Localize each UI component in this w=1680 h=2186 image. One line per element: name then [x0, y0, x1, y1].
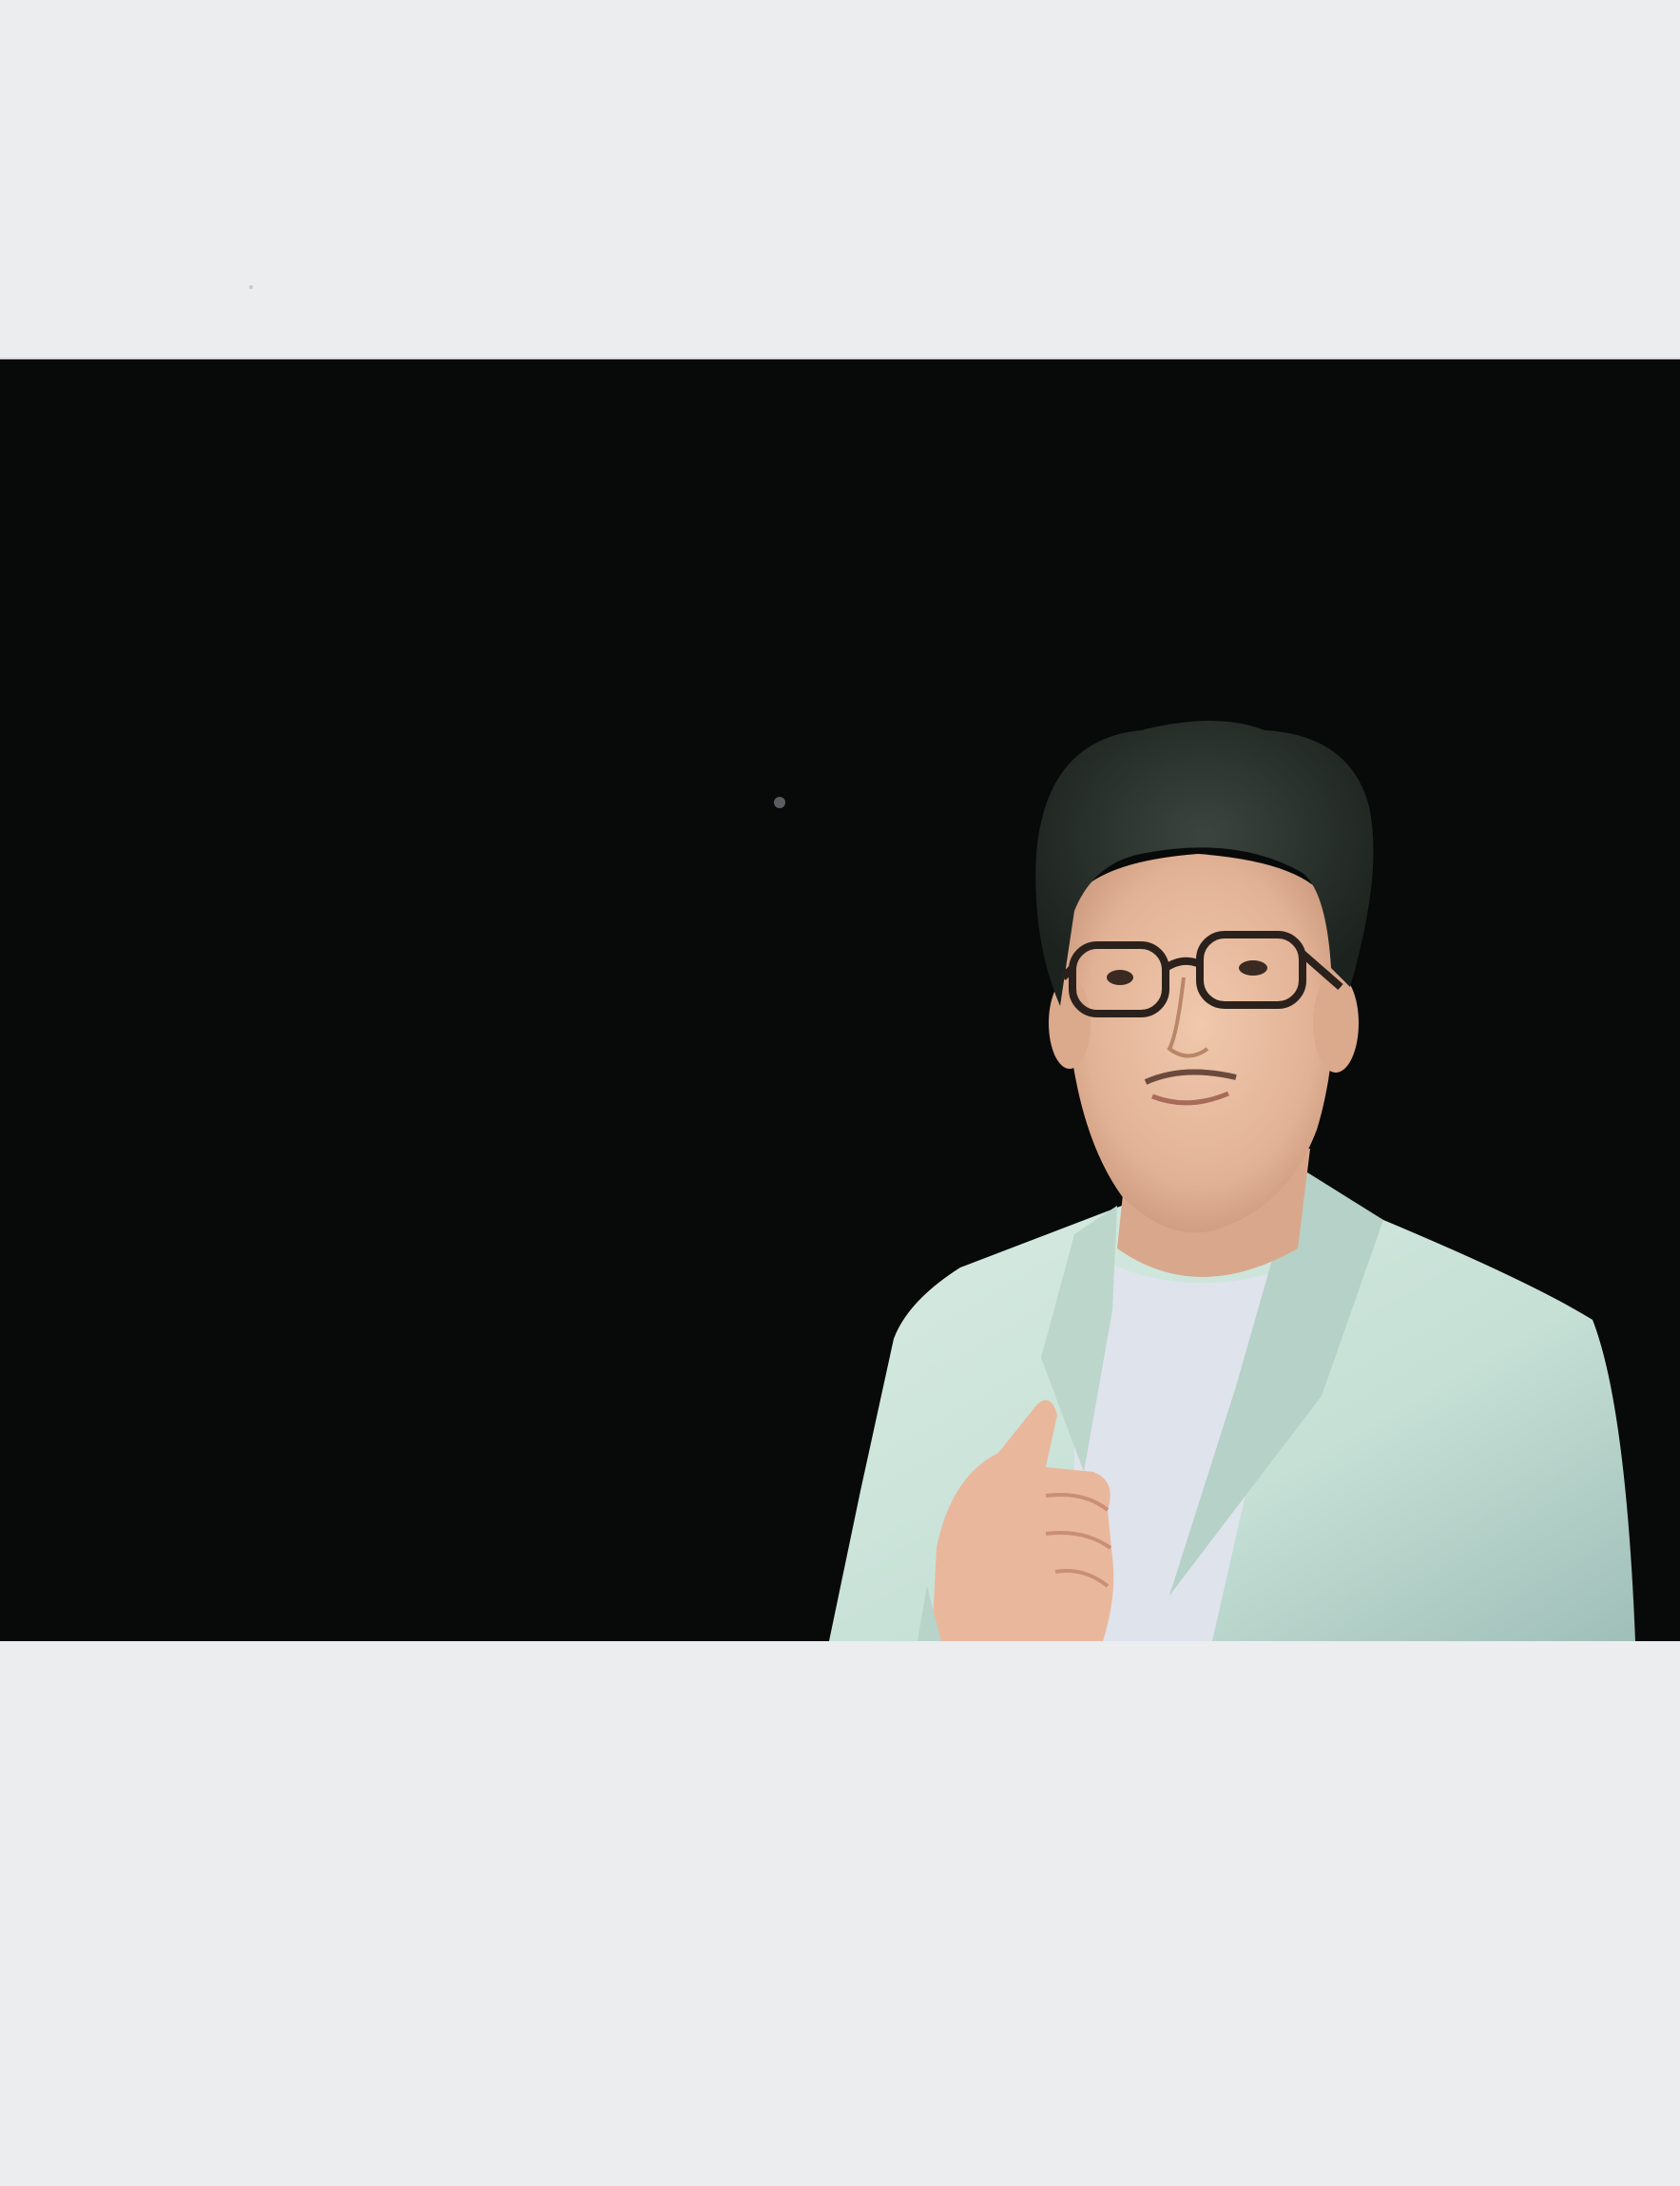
page — [0, 0, 1680, 2186]
bottom-margin — [0, 1641, 1680, 2186]
left-eye — [1107, 970, 1133, 985]
background-speck — [774, 797, 785, 808]
right-ear — [1313, 974, 1359, 1073]
portrait-illustration — [774, 721, 1635, 1641]
right-eye — [1239, 960, 1267, 976]
top-margin — [0, 0, 1680, 358]
portrait-photo — [0, 358, 1680, 1641]
dust-speck — [249, 285, 253, 289]
